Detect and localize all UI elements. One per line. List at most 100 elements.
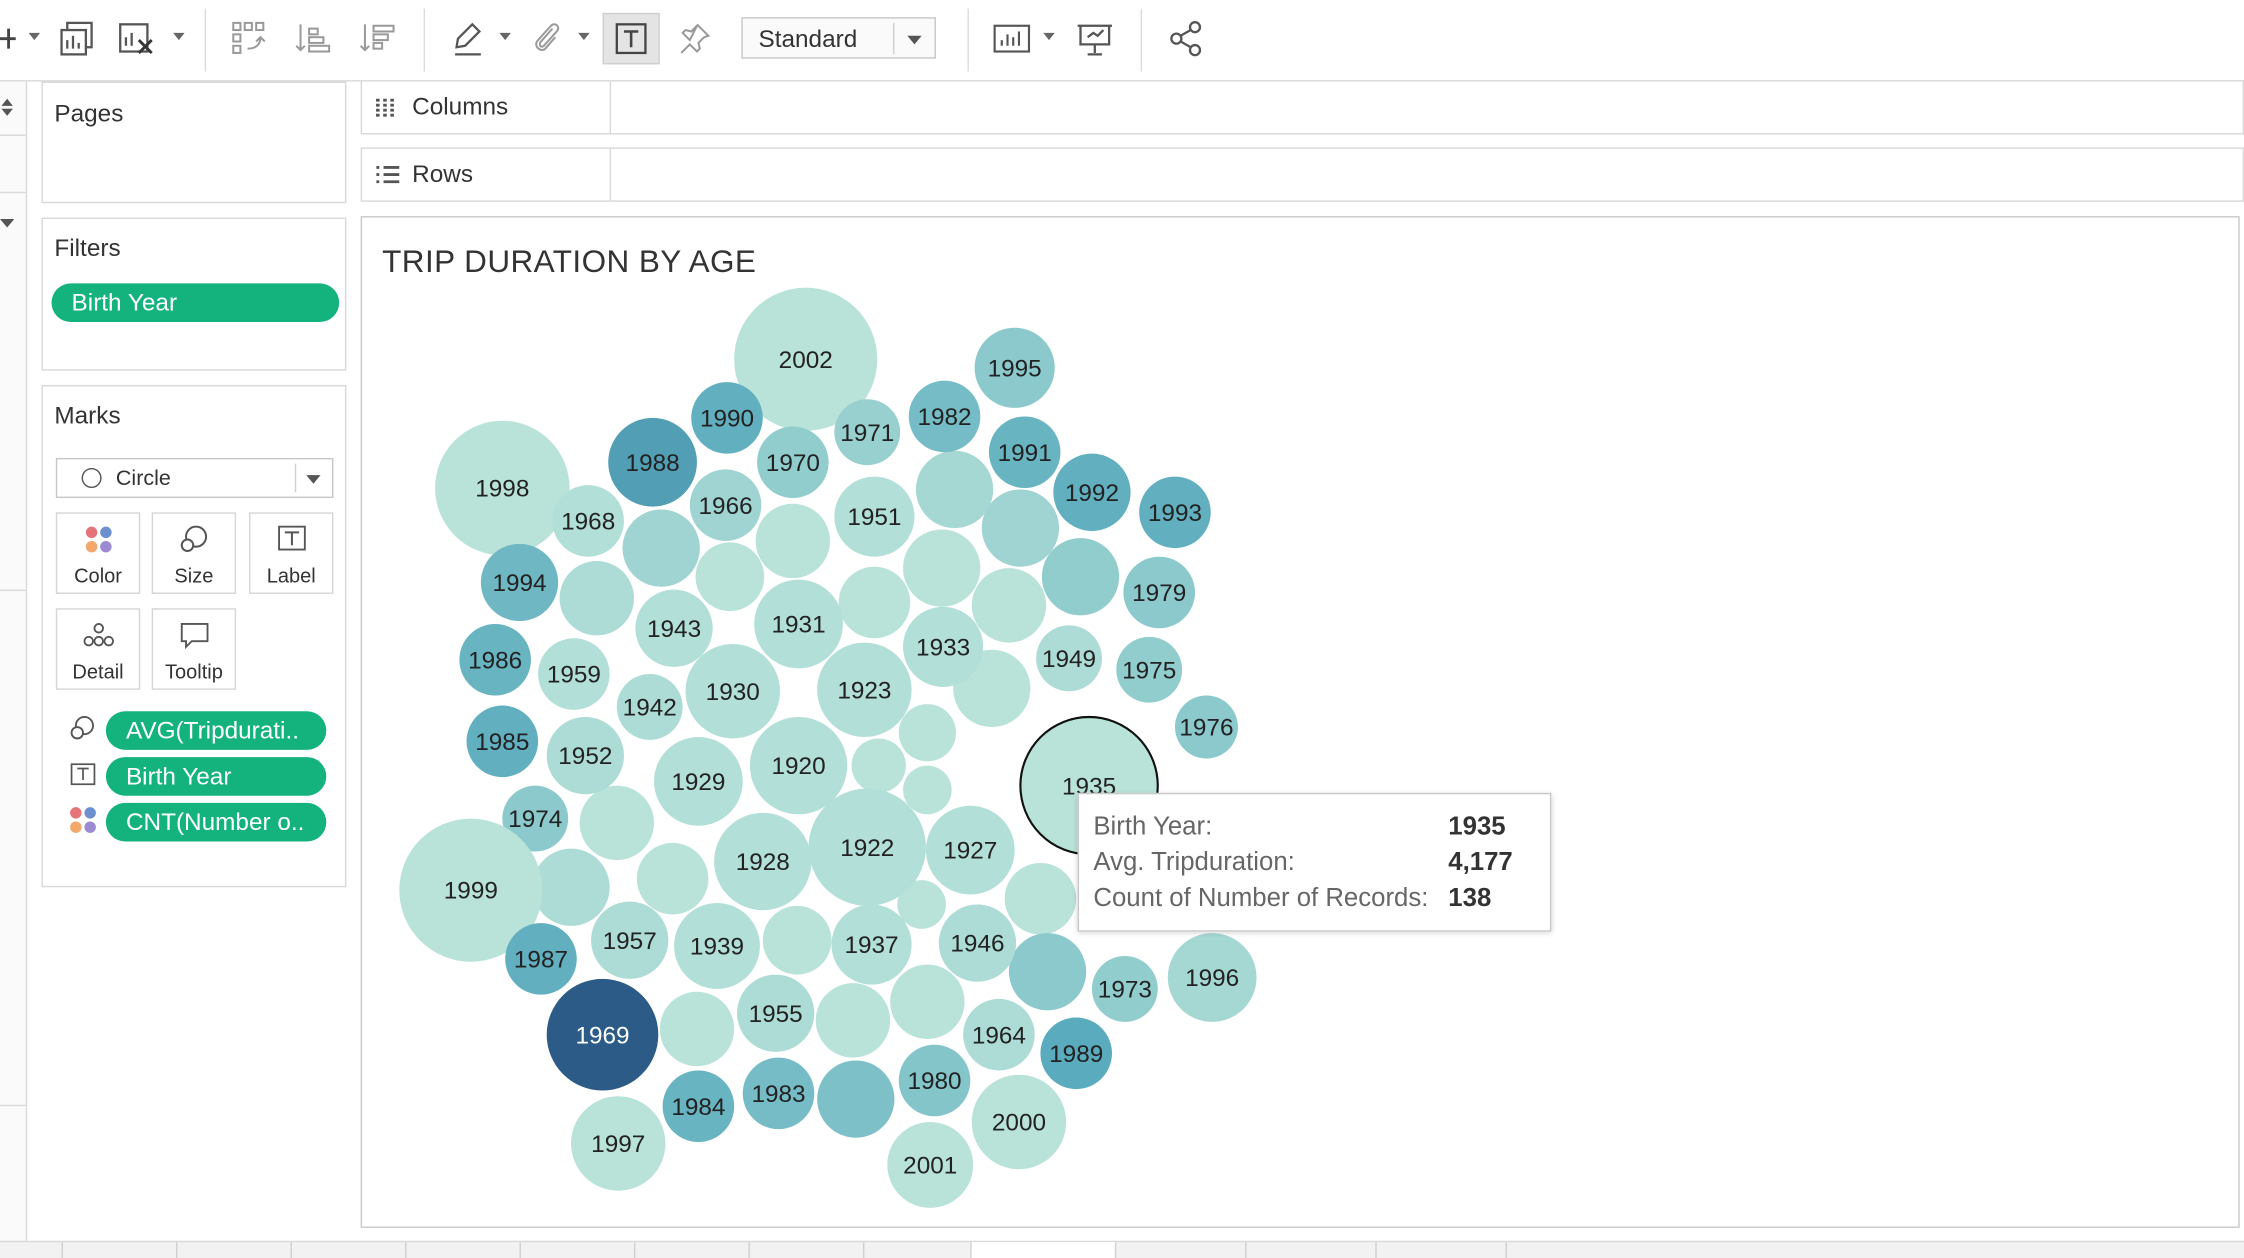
bubble-1927[interactable]: 1927 xyxy=(925,805,1015,895)
new-sheet-dropdown-icon[interactable] xyxy=(28,32,41,41)
bubble-1985[interactable]: 1985 xyxy=(466,705,539,778)
caret-down-icon[interactable] xyxy=(0,218,15,229)
fix-axes-icon[interactable] xyxy=(674,14,714,63)
sheet-tab[interactable] xyxy=(177,1242,292,1258)
group-dropdown-icon[interactable] xyxy=(578,32,590,41)
bubble-unlabeled[interactable] xyxy=(903,765,952,815)
bubble-1988[interactable]: 1988 xyxy=(608,417,697,507)
bubble-1982[interactable]: 1982 xyxy=(908,380,981,453)
bubble-1966[interactable]: 1966 xyxy=(689,469,762,541)
bubble-1946[interactable]: 1946 xyxy=(938,904,1017,982)
sheet-tab-active[interactable] xyxy=(971,1242,1117,1258)
show-me-dropdown-icon[interactable] xyxy=(1043,32,1055,41)
bubble-1929[interactable]: 1929 xyxy=(654,737,743,826)
sort-descending-icon[interactable] xyxy=(358,14,398,63)
show-me-icon[interactable] xyxy=(990,14,1033,63)
bubble-1943[interactable]: 1943 xyxy=(635,589,713,667)
bubble-unlabeled[interactable] xyxy=(890,964,965,1039)
bubble-1949[interactable]: 1949 xyxy=(1036,625,1102,692)
bubble-unlabeled[interactable] xyxy=(898,704,956,762)
sheet-tab[interactable] xyxy=(750,1242,865,1258)
filters-card[interactable]: Filters Birth Year xyxy=(41,217,347,371)
clear-sheet-dropdown-icon[interactable] xyxy=(173,32,185,41)
bubble-1952[interactable]: 1952 xyxy=(546,716,624,795)
bubble-1986[interactable]: 1986 xyxy=(459,623,531,696)
color-button[interactable]: Color xyxy=(55,512,141,594)
sheet-tab[interactable] xyxy=(292,1242,407,1258)
bubble-1970[interactable]: 1970 xyxy=(757,426,829,499)
bubble-unlabeled[interactable] xyxy=(1041,538,1120,616)
sheet-tab[interactable] xyxy=(635,1242,750,1258)
bubble-unlabeled[interactable] xyxy=(559,560,634,636)
swap-icon[interactable] xyxy=(229,14,269,63)
bubble-unlabeled[interactable] xyxy=(851,738,906,793)
clear-sheet-icon[interactable] xyxy=(117,14,157,63)
bubble-unlabeled[interactable] xyxy=(971,568,1047,643)
size-pill[interactable]: AVG(Tripdurati.. xyxy=(105,711,327,750)
bubble-1951[interactable]: 1951 xyxy=(834,476,915,557)
bubble-2001[interactable]: 2001 xyxy=(887,1121,974,1208)
bubble-1998[interactable]: 1998 xyxy=(435,420,570,556)
columns-shelf[interactable]: Columns xyxy=(360,80,2244,135)
bubble-1964[interactable]: 1964 xyxy=(963,998,1035,1071)
detail-button[interactable]: Detail xyxy=(55,608,141,690)
bubble-1976[interactable]: 1976 xyxy=(1174,695,1238,759)
bubble-unlabeled[interactable] xyxy=(659,991,735,1067)
bubble-unlabeled[interactable] xyxy=(838,566,911,639)
bubble-1975[interactable]: 1975 xyxy=(1116,636,1183,703)
highlight-dropdown-icon[interactable] xyxy=(499,32,511,41)
bubble-1990[interactable]: 1990 xyxy=(691,382,763,454)
bubble-1939[interactable]: 1939 xyxy=(674,903,760,989)
sheet-tab[interactable] xyxy=(1377,1242,1507,1258)
sheet-tab[interactable] xyxy=(864,1242,972,1258)
duplicate-sheet-icon[interactable] xyxy=(57,14,97,63)
highlight-icon[interactable] xyxy=(449,14,489,63)
sheet-tab[interactable] xyxy=(406,1242,521,1258)
bubble-unlabeled[interactable] xyxy=(762,905,832,975)
bubble-1937[interactable]: 1937 xyxy=(831,904,912,985)
size-button[interactable]: Size xyxy=(151,512,237,594)
bubble-unlabeled[interactable] xyxy=(755,503,831,579)
bubble-2000[interactable]: 2000 xyxy=(971,1074,1067,1170)
bubble-1955[interactable]: 1955 xyxy=(737,974,815,1052)
bubble-1969[interactable]: 1969 xyxy=(546,978,659,1091)
mark-type-dropdown[interactable]: Circle xyxy=(55,457,334,499)
label-pill[interactable]: Birth Year xyxy=(105,757,327,796)
bubble-1968[interactable]: 1968 xyxy=(552,485,624,557)
pages-card[interactable]: Pages xyxy=(41,81,347,204)
sheet-tab[interactable] xyxy=(1116,1242,1247,1258)
bubble-1983[interactable]: 1983 xyxy=(742,1057,815,1130)
bubble-1923[interactable]: 1923 xyxy=(817,642,912,738)
bubble-unlabeled[interactable] xyxy=(579,785,655,861)
bubble-unlabeled[interactable] xyxy=(622,509,700,587)
fit-dropdown[interactable]: Standard xyxy=(741,17,936,59)
bubble-1971[interactable]: 1971 xyxy=(834,399,901,466)
presentation-icon[interactable] xyxy=(1073,14,1116,63)
bubble-1942[interactable]: 1942 xyxy=(616,674,683,740)
bubble-unlabeled[interactable] xyxy=(915,450,994,529)
sheet-tab[interactable] xyxy=(63,1242,178,1258)
sheet-tab[interactable] xyxy=(0,1242,63,1258)
bubble-1997[interactable]: 1997 xyxy=(571,1096,666,1191)
bubble-1984[interactable]: 1984 xyxy=(662,1070,735,1143)
bubble-unlabeled[interactable] xyxy=(636,842,709,915)
bubble-1979[interactable]: 1979 xyxy=(1123,556,1195,629)
bubble-1933[interactable]: 1933 xyxy=(903,606,984,687)
sort-arrows-icon[interactable] xyxy=(0,97,14,117)
tooltip-button[interactable]: Tooltip xyxy=(151,608,237,690)
bubble-1959[interactable]: 1959 xyxy=(538,638,610,710)
bubble-unlabeled[interactable] xyxy=(1008,933,1087,1011)
show-labels-icon[interactable] xyxy=(602,12,660,65)
bubble-unlabeled[interactable] xyxy=(903,529,981,607)
share-icon[interactable] xyxy=(1165,14,1208,63)
bubble-1920[interactable]: 1920 xyxy=(749,716,848,815)
new-sheet-icon[interactable] xyxy=(0,14,17,63)
bubble-1980[interactable]: 1980 xyxy=(898,1044,971,1117)
bubble-unlabeled[interactable] xyxy=(817,1060,895,1138)
sheet-tab[interactable] xyxy=(521,1242,636,1258)
bubble-1993[interactable]: 1993 xyxy=(1139,476,1211,549)
group-icon[interactable] xyxy=(527,14,567,63)
bubble-unlabeled[interactable] xyxy=(815,983,891,1058)
bubble-1996[interactable]: 1996 xyxy=(1167,933,1257,1022)
bubble-1987[interactable]: 1987 xyxy=(505,923,577,995)
